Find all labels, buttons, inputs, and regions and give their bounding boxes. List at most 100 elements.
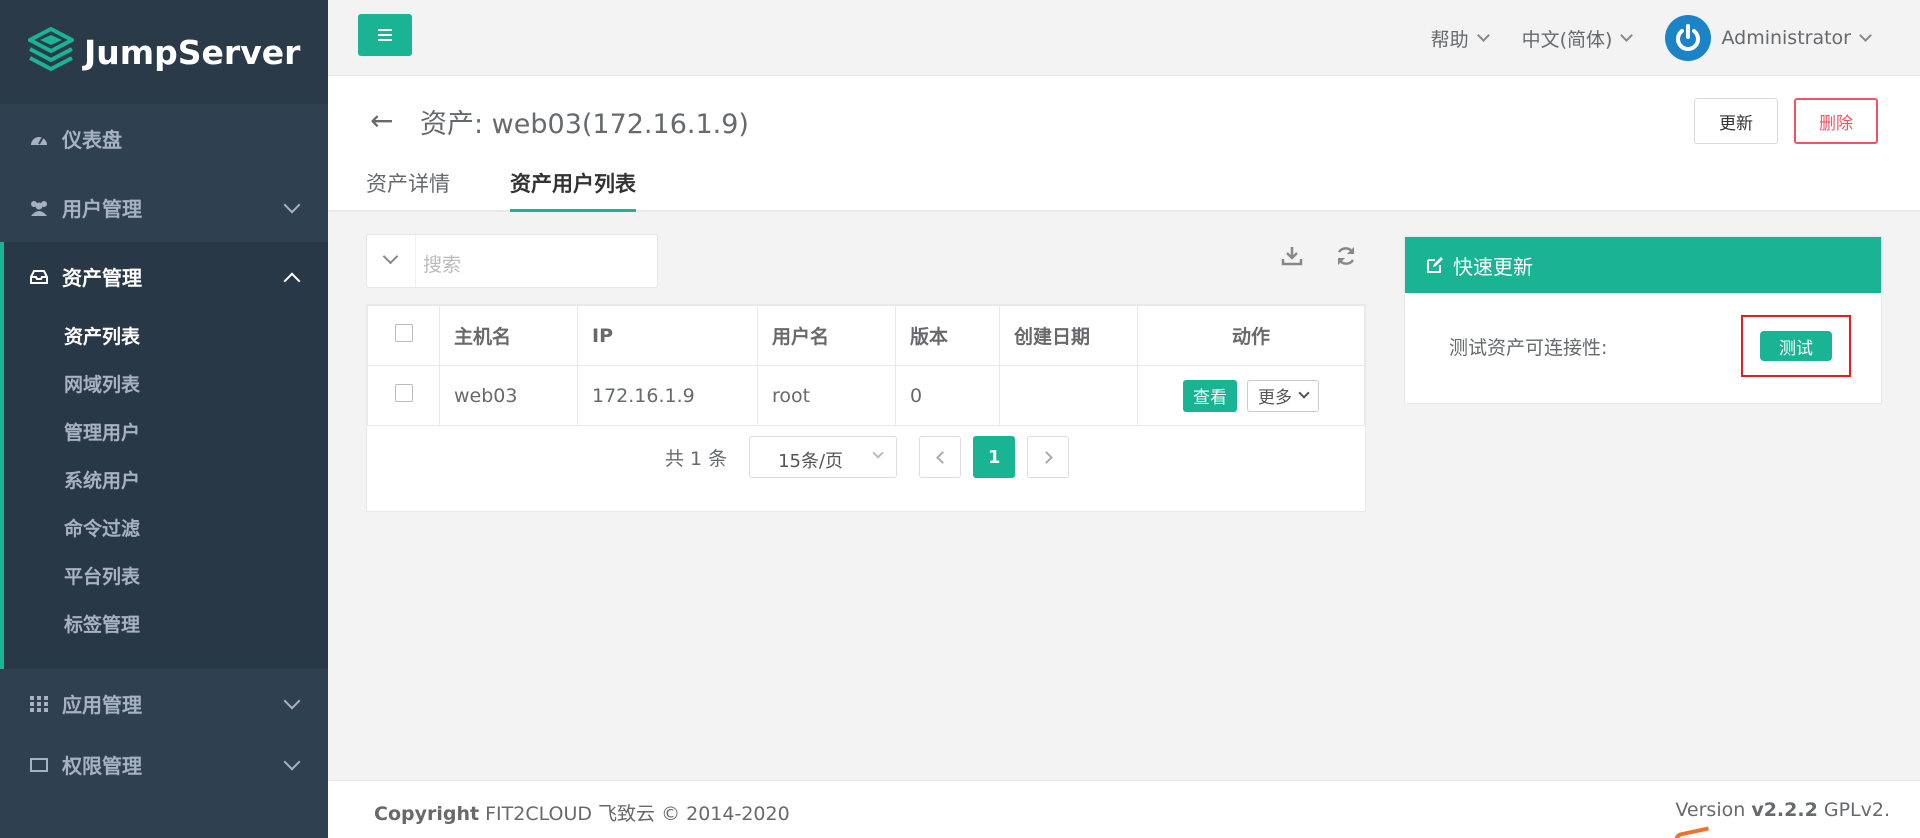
refresh-icon[interactable] — [1334, 244, 1358, 268]
divider — [415, 235, 416, 287]
next-page-button[interactable] — [1027, 436, 1070, 478]
sidebar-item-label: 用户管理 — [62, 197, 142, 221]
version-prefix: Version — [1675, 799, 1752, 821]
test-connectivity-label: 测试资产可连接性: — [1449, 337, 1608, 359]
sidebar-subitem-platform-list[interactable]: 平台列表 — [4, 551, 328, 599]
select-all-cell — [367, 305, 440, 366]
page-button-current[interactable]: 1 — [973, 436, 1016, 478]
cell-hostname: web03 — [439, 365, 578, 426]
user-dropdown[interactable]: Administrator — [1665, 15, 1872, 61]
delete-button[interactable]: 删除 — [1794, 98, 1878, 144]
sidebar-item-assets[interactable]: 资产管理 — [4, 242, 328, 311]
row-checkbox[interactable] — [394, 384, 413, 402]
logo[interactable]: JumpServer — [0, 0, 328, 104]
prev-page-button[interactable] — [919, 436, 962, 478]
copyright-text: FIT2CLOUD 飞致云 © 2014-2020 — [479, 803, 790, 825]
chevron-right-icon — [1039, 450, 1053, 464]
top-right-menu: 帮助 中文(简体) Administrator — [1430, 15, 1872, 61]
back-arrow-icon[interactable]: ← — [370, 104, 393, 137]
footer: Copyright FIT2CLOUD 飞致云 © 2014-2020 Vers… — [328, 780, 1920, 838]
panel-header: 快速更新 — [1405, 237, 1881, 293]
view-button[interactable]: 查看 — [1182, 379, 1237, 412]
page-size-select[interactable]: 15条/页 — [749, 436, 898, 478]
panel-body: 测试资产可连接性: 测试 — [1405, 293, 1881, 405]
total-count: 共 1 条 — [664, 447, 728, 470]
table-header-row: 主机名 IP 用户名 版本 创建日期 动作 — [367, 305, 1365, 366]
col-username[interactable]: 用户名 — [757, 305, 896, 366]
col-version[interactable]: 版本 — [895, 305, 1000, 366]
cell-username: root — [757, 365, 896, 426]
tab-asset-detail[interactable]: 资产详情 — [366, 168, 450, 212]
col-actions: 动作 — [1137, 305, 1365, 366]
chevron-left-icon — [935, 450, 949, 464]
jumpserver-logo-icon — [28, 27, 74, 72]
language-label: 中文(简体) — [1521, 28, 1613, 51]
edit-icon — [1427, 257, 1443, 273]
more-label: 更多 — [1258, 388, 1293, 408]
sidebar: JumpServer 仪表盘 用户管理 资产管理 资产列表 网域列表 管理用户 … — [0, 0, 328, 838]
chevron-down-icon — [872, 447, 884, 459]
help-label: 帮助 — [1430, 28, 1469, 51]
search-input[interactable]: 搜索 — [366, 234, 658, 288]
download-icon[interactable] — [1280, 244, 1304, 268]
sidebar-subitem-domain-list[interactable]: 网域列表 — [4, 359, 328, 407]
sidebar-subitem-system-users[interactable]: 系统用户 — [4, 455, 328, 503]
sidebar-subitem-command-filter[interactable]: 命令过滤 — [4, 503, 328, 551]
chevron-down-icon — [283, 692, 301, 709]
sidebar-item-users[interactable]: 用户管理 — [0, 173, 328, 242]
asset-user-table: 主机名 IP 用户名 版本 创建日期 动作 web03 172.16.1.9 r… — [366, 304, 1366, 512]
sidebar-subitem-label-manage[interactable]: 标签管理 — [4, 599, 328, 647]
copyright: Copyright FIT2CLOUD 飞致云 © 2014-2020 — [374, 799, 790, 826]
help-dropdown[interactable]: 帮助 — [1430, 25, 1490, 52]
more-dropdown[interactable]: 更多 — [1247, 379, 1320, 412]
col-created[interactable]: 创建日期 — [999, 305, 1138, 366]
cell-version: 0 — [895, 365, 1000, 426]
copyright-bold: Copyright — [374, 803, 480, 825]
update-button[interactable]: 更新 — [1694, 98, 1778, 144]
sidebar-subitem-admin-users[interactable]: 管理用户 — [4, 407, 328, 455]
chevron-down-icon — [1859, 29, 1872, 42]
users-icon — [28, 198, 50, 218]
hamburger-line — [378, 39, 392, 41]
hamburger-line — [378, 34, 392, 36]
brand-name: JumpServer — [84, 32, 301, 72]
chevron-down-icon[interactable] — [382, 248, 399, 265]
col-ip[interactable]: IP — [577, 305, 758, 366]
chevron-down-icon — [1476, 29, 1490, 42]
chevron-down-icon — [1298, 387, 1310, 399]
username-label: Administrator — [1721, 27, 1851, 49]
sidebar-item-label: 仪表盘 — [62, 128, 122, 152]
version-info: Version v2.2.2 GPLv2. — [1675, 799, 1890, 821]
test-button[interactable]: 测试 — [1760, 331, 1832, 361]
sidebar-item-label: 资产管理 — [62, 266, 142, 290]
chevron-down-icon — [283, 196, 301, 213]
chevron-up-icon — [283, 272, 301, 289]
tab-asset-user-list[interactable]: 资产用户列表 — [510, 168, 636, 212]
sidebar-item-applications[interactable]: 应用管理 — [0, 669, 328, 738]
grid-icon — [28, 694, 50, 714]
sidebar-item-permissions[interactable]: 权限管理 — [0, 730, 328, 799]
col-hostname[interactable]: 主机名 — [439, 305, 578, 366]
corner-decoration — [1672, 826, 1712, 838]
page-size-value: 15条/页 — [778, 451, 844, 472]
menu-toggle-button[interactable] — [358, 14, 412, 56]
panel-title: 快速更新 — [1453, 254, 1533, 279]
chevron-down-icon — [283, 753, 301, 770]
page-buttons: 1 — [919, 436, 1070, 478]
sidebar-group-assets: 资产管理 资产列表 网域列表 管理用户 系统用户 命令过滤 平台列表 标签管理 — [0, 242, 328, 669]
pagination: 共 1 条 15条/页 1 — [367, 427, 1367, 487]
sidebar-item-dashboard[interactable]: 仪表盘 — [0, 104, 328, 173]
power-icon — [1676, 24, 1701, 51]
sidebar-subitem-asset-list[interactable]: 资产列表 — [4, 311, 328, 359]
asset-subnav: 资产列表 网域列表 管理用户 系统用户 命令过滤 平台列表 标签管理 — [4, 311, 328, 669]
permission-icon — [28, 755, 50, 775]
top-navbar: 帮助 中文(简体) Administrator — [328, 0, 1920, 76]
row-select-cell — [367, 365, 440, 426]
hamburger-icon — [378, 29, 392, 31]
language-dropdown[interactable]: 中文(简体) — [1521, 25, 1634, 52]
select-all-checkbox[interactable] — [394, 324, 413, 342]
avatar — [1665, 15, 1712, 61]
highlight-box: 测试 — [1741, 315, 1851, 377]
chevron-down-icon — [1620, 29, 1634, 42]
sidebar-item-label: 应用管理 — [62, 693, 142, 717]
